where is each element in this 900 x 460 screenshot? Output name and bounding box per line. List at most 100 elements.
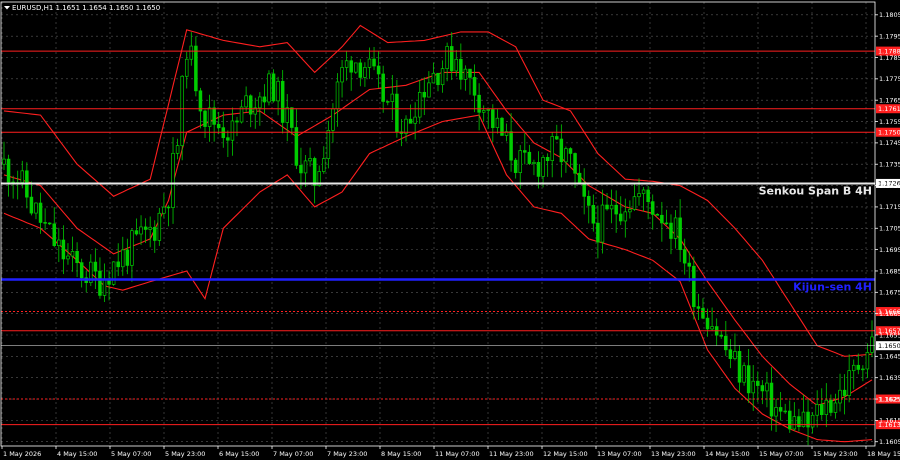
candle-body <box>162 206 166 214</box>
candle-body <box>865 352 870 370</box>
candle-body <box>568 148 573 154</box>
candle-body <box>299 164 303 174</box>
candle-body <box>381 73 385 102</box>
candle-body <box>532 162 536 164</box>
price-tag-label: 1.1761 <box>878 105 900 113</box>
candle-body <box>655 214 660 216</box>
candle-body <box>308 158 312 162</box>
candle-body <box>545 157 550 162</box>
candle-body <box>226 137 230 141</box>
candle-body <box>536 162 541 177</box>
candle-body <box>664 222 669 225</box>
candle-body <box>733 351 737 359</box>
candle-body <box>596 222 600 243</box>
candle-body <box>184 58 189 77</box>
candle-body <box>102 279 107 296</box>
candle-body <box>349 60 353 73</box>
x-tick-label: 11 May 23:00 <box>489 450 534 458</box>
candle-body <box>70 251 75 257</box>
candle-body <box>577 172 582 184</box>
candle-body <box>235 120 239 123</box>
candle-body <box>756 380 760 386</box>
candle-body <box>417 91 422 118</box>
candle-body <box>509 131 513 161</box>
candle-body <box>842 389 847 396</box>
candle-body <box>148 226 152 230</box>
candle-body <box>618 213 623 222</box>
candle <box>271 69 276 103</box>
candle-body <box>815 404 819 416</box>
candle <box>111 261 116 286</box>
y-tick-label: 1.1605 <box>879 438 900 446</box>
candle-body <box>130 230 134 266</box>
candle-body <box>20 170 25 183</box>
candle-body <box>788 410 792 430</box>
candle-body <box>819 404 824 415</box>
candle-body <box>2 158 6 165</box>
candle-body <box>646 189 650 202</box>
candle-body <box>472 77 477 96</box>
candle-body <box>294 127 299 166</box>
candle-body <box>34 202 38 214</box>
candle-body <box>650 201 655 215</box>
x-tick-label: 5 May 23:00 <box>165 450 205 458</box>
candle-body <box>367 58 372 68</box>
candle-body <box>696 306 701 309</box>
candle-body <box>628 209 632 213</box>
candle-body <box>354 62 358 73</box>
y-tick-label: 1.1645 <box>879 353 900 361</box>
candle-body <box>175 145 180 154</box>
candle-body <box>829 399 833 413</box>
title-group: EURUSD,H1 1.1651 1.1654 1.1650 1.1650 <box>4 4 160 12</box>
candle-body <box>449 46 454 72</box>
x-tick-label: 11 May 07:00 <box>435 450 480 458</box>
candle-body <box>856 364 861 370</box>
candle-body <box>413 116 417 124</box>
x-tick-label: 6 May 15:00 <box>219 450 259 458</box>
candle-body <box>171 152 175 208</box>
candle-body <box>778 407 783 412</box>
candle-body <box>564 148 568 163</box>
candle-body <box>61 239 66 260</box>
y-tick-label: 1.1775 <box>879 75 900 83</box>
x-tick-label: 15 May 07:00 <box>759 450 804 458</box>
candle-body <box>6 158 11 183</box>
candle-body <box>98 270 102 296</box>
y-tick-label: 1.1745 <box>879 139 900 147</box>
candle-body <box>861 368 865 371</box>
candle-body <box>153 226 157 241</box>
candle-body <box>331 108 335 131</box>
y-tick-label: 1.1755 <box>879 118 900 126</box>
candle-body <box>760 385 765 392</box>
candle-body <box>769 382 774 417</box>
candle-body <box>404 118 408 134</box>
candle-body <box>746 365 751 394</box>
candle-body <box>390 93 395 102</box>
candle-body <box>312 158 317 186</box>
x-tick-label: 12 May 15:00 <box>543 450 588 458</box>
candle-body <box>198 90 203 112</box>
candle-body <box>322 158 326 172</box>
candle-body <box>230 120 235 141</box>
candle-body <box>641 189 646 194</box>
candle-body <box>682 249 687 264</box>
y-tick-label: 1.1785 <box>879 54 900 62</box>
y-tick-label: 1.1685 <box>879 267 900 275</box>
candle-body <box>408 118 413 124</box>
candle-body <box>66 255 70 260</box>
candle-body <box>248 95 253 115</box>
candle-body <box>52 223 57 247</box>
candle-body <box>194 45 198 92</box>
candle-body <box>847 370 851 396</box>
price-chart[interactable]: 1.17881.17611.17501.1726Senkou Span B 4H… <box>0 0 900 460</box>
candle <box>267 70 271 106</box>
candle-body <box>833 402 838 413</box>
candle-body <box>518 150 522 173</box>
x-tick-label: 18 May 15:00 <box>867 450 900 458</box>
candle-body <box>463 68 468 80</box>
candle-body <box>372 58 376 67</box>
candle-body <box>870 336 874 353</box>
candle-body <box>468 68 472 78</box>
candle <box>742 362 746 386</box>
candle-body <box>454 58 459 72</box>
